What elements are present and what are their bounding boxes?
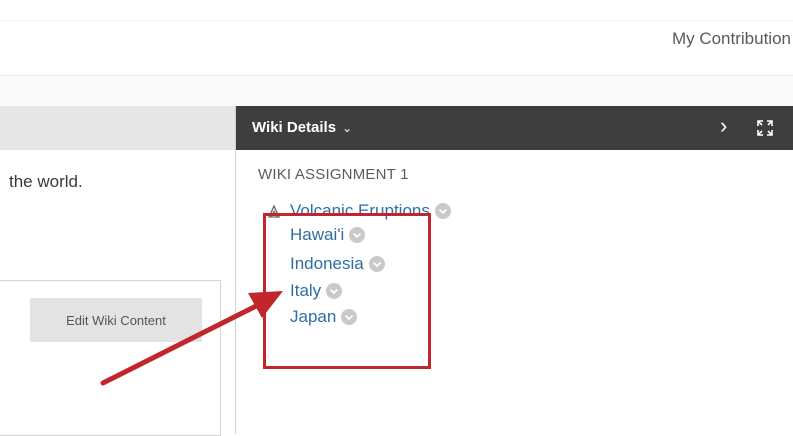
wiki-details-title[interactable]: Wiki Details ⌄ bbox=[252, 119, 352, 136]
wiki-details-header: Wiki Details ⌄ › bbox=[236, 106, 793, 150]
annotation-highlight-box bbox=[263, 213, 431, 369]
my-contributions-link[interactable]: My Contribution bbox=[672, 29, 791, 49]
chevron-right-icon[interactable]: › bbox=[720, 115, 727, 137]
options-chevron-icon[interactable] bbox=[434, 202, 452, 220]
chevron-down-icon: ⌄ bbox=[342, 121, 353, 135]
content-header-bar bbox=[0, 106, 236, 150]
assignment-title: WIKI ASSIGNMENT 1 bbox=[258, 166, 409, 183]
wiki-content-box: Edit Wiki Content bbox=[0, 280, 221, 436]
wiki-details-label: Wiki Details bbox=[252, 119, 337, 136]
wiki-intro-text: the world. bbox=[9, 172, 83, 191]
edit-wiki-content-button[interactable]: Edit Wiki Content bbox=[30, 298, 202, 342]
expand-icon[interactable] bbox=[756, 119, 774, 137]
top-bar: My Contribution bbox=[0, 0, 793, 76]
top-divider bbox=[0, 20, 793, 21]
sub-bar bbox=[0, 76, 793, 107]
